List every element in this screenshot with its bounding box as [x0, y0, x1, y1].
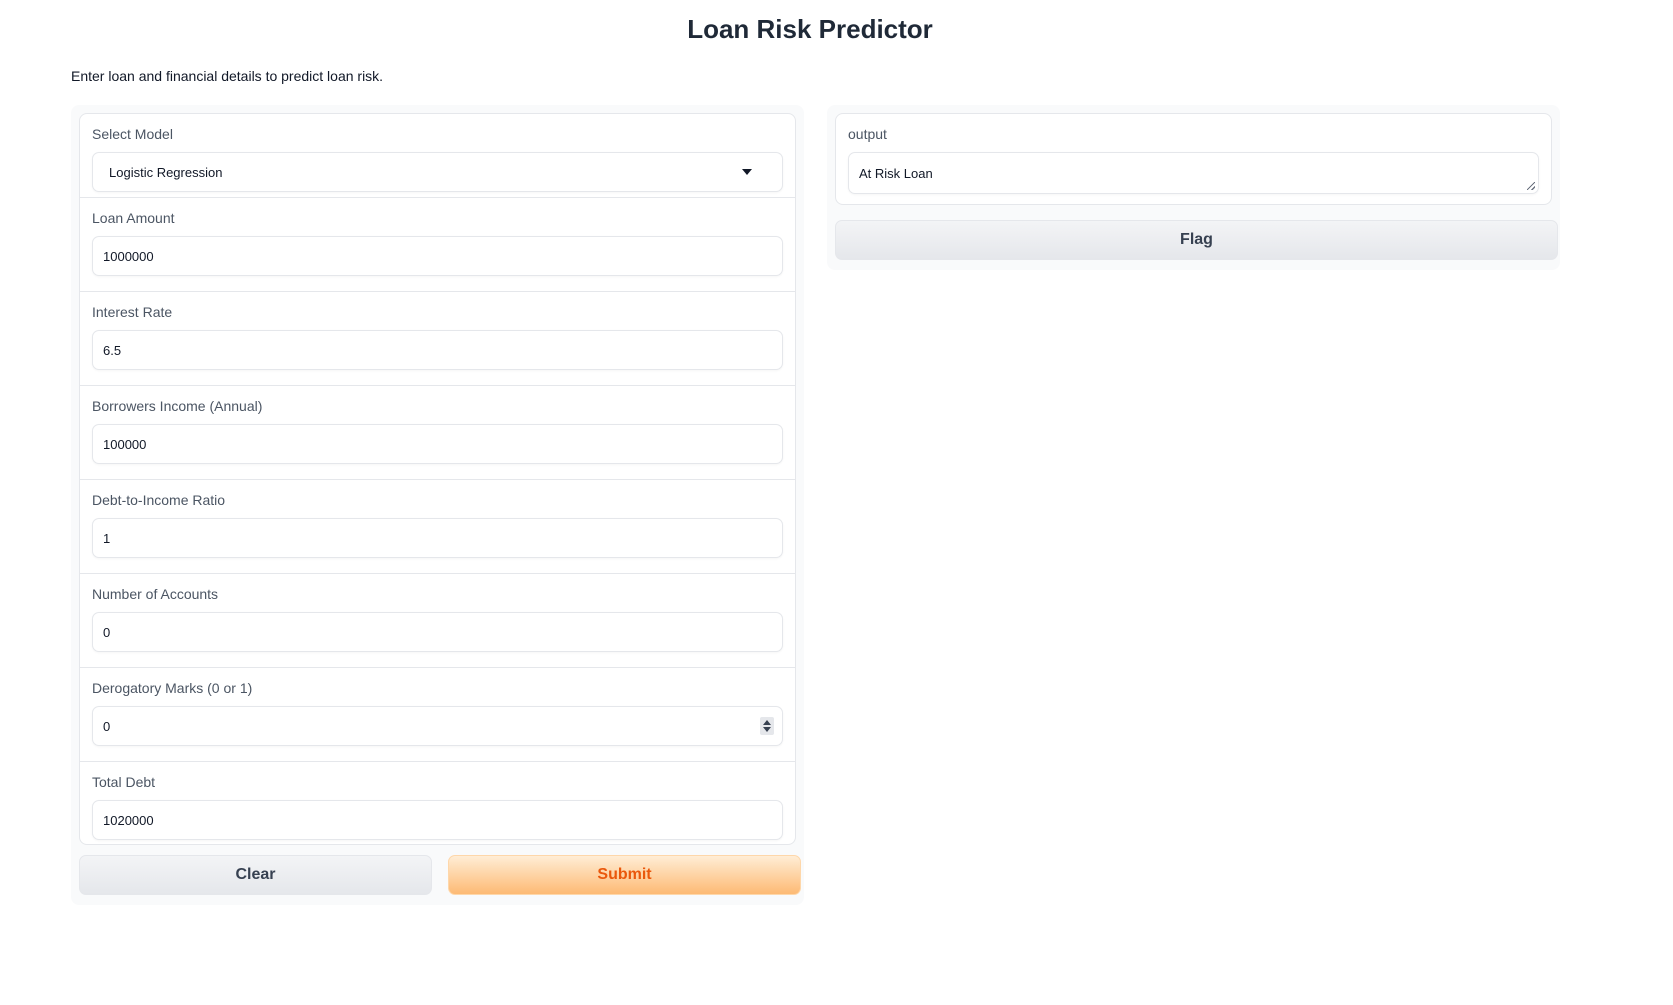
total-debt-label: Total Debt	[92, 774, 156, 790]
stepper-down-icon[interactable]	[763, 727, 771, 732]
number-of-accounts-label: Number of Accounts	[92, 586, 219, 602]
output-label: output	[848, 126, 887, 142]
borrowers-income-value: 100000	[103, 436, 147, 452]
submit-button[interactable]: Submit	[448, 855, 801, 895]
page-description: Enter loan and financial details to pred…	[71, 68, 384, 84]
number-of-accounts-value: 0	[103, 624, 111, 640]
total-debt-value: 1020000	[103, 812, 154, 828]
field-borrowers-income: Borrowers Income (Annual) 100000	[80, 386, 795, 480]
field-select-model: Select Model Logistic Regression	[80, 114, 795, 198]
loan-amount-label: Loan Amount	[92, 210, 175, 226]
derogatory-marks-input[interactable]: 0	[92, 706, 783, 746]
page: Loan Risk Predictor Enter loan and finan…	[0, 0, 1673, 1005]
output-textbox[interactable]: At Risk Loan	[848, 152, 1539, 194]
field-total-debt: Total Debt 1020000	[80, 762, 795, 844]
select-model-label: Select Model	[92, 126, 173, 142]
number-stepper-icon[interactable]	[760, 717, 774, 735]
field-derogatory-marks: Derogatory Marks (0 or 1) 0	[80, 668, 795, 762]
borrowers-income-label: Borrowers Income (Annual)	[92, 398, 263, 414]
chevron-down-icon	[742, 169, 752, 175]
interest-rate-value: 6.5	[103, 342, 122, 358]
interest-rate-input[interactable]: 6.5	[92, 330, 783, 370]
borrowers-income-input[interactable]: 100000	[92, 424, 783, 464]
clear-button[interactable]: Clear	[79, 855, 432, 895]
model-dropdown-value: Logistic Regression	[109, 164, 223, 180]
field-loan-amount: Loan Amount 1000000	[80, 198, 795, 292]
output-value: At Risk Loan	[859, 165, 933, 181]
flag-button[interactable]: Flag	[835, 220, 1558, 260]
debt-to-income-value: 1	[103, 530, 111, 546]
derogatory-marks-label: Derogatory Marks (0 or 1)	[92, 680, 253, 696]
output-panel: output At Risk Loan Flag	[827, 105, 1560, 270]
derogatory-marks-value: 0	[103, 718, 111, 734]
debt-to-income-input[interactable]: 1	[92, 518, 783, 558]
field-debt-to-income: Debt-to-Income Ratio 1	[80, 480, 795, 574]
stepper-up-icon[interactable]	[763, 720, 771, 725]
output-box: output At Risk Loan	[835, 113, 1552, 205]
page-title: Loan Risk Predictor	[687, 14, 933, 44]
debt-to-income-label: Debt-to-Income Ratio	[92, 492, 226, 508]
loan-amount-input[interactable]: 1000000	[92, 236, 783, 276]
field-number-of-accounts: Number of Accounts 0	[80, 574, 795, 668]
interest-rate-label: Interest Rate	[92, 304, 173, 320]
inputs-panel: Select Model Logistic Regression Loan Am…	[71, 105, 804, 905]
number-of-accounts-input[interactable]: 0	[92, 612, 783, 652]
inputs-form: Select Model Logistic Regression Loan Am…	[79, 113, 796, 845]
loan-amount-value: 1000000	[103, 248, 154, 264]
field-interest-rate: Interest Rate 6.5	[80, 292, 795, 386]
total-debt-input[interactable]: 1020000	[92, 800, 783, 840]
resize-handle-icon[interactable]	[1527, 182, 1535, 190]
model-dropdown[interactable]: Logistic Regression	[92, 152, 783, 192]
